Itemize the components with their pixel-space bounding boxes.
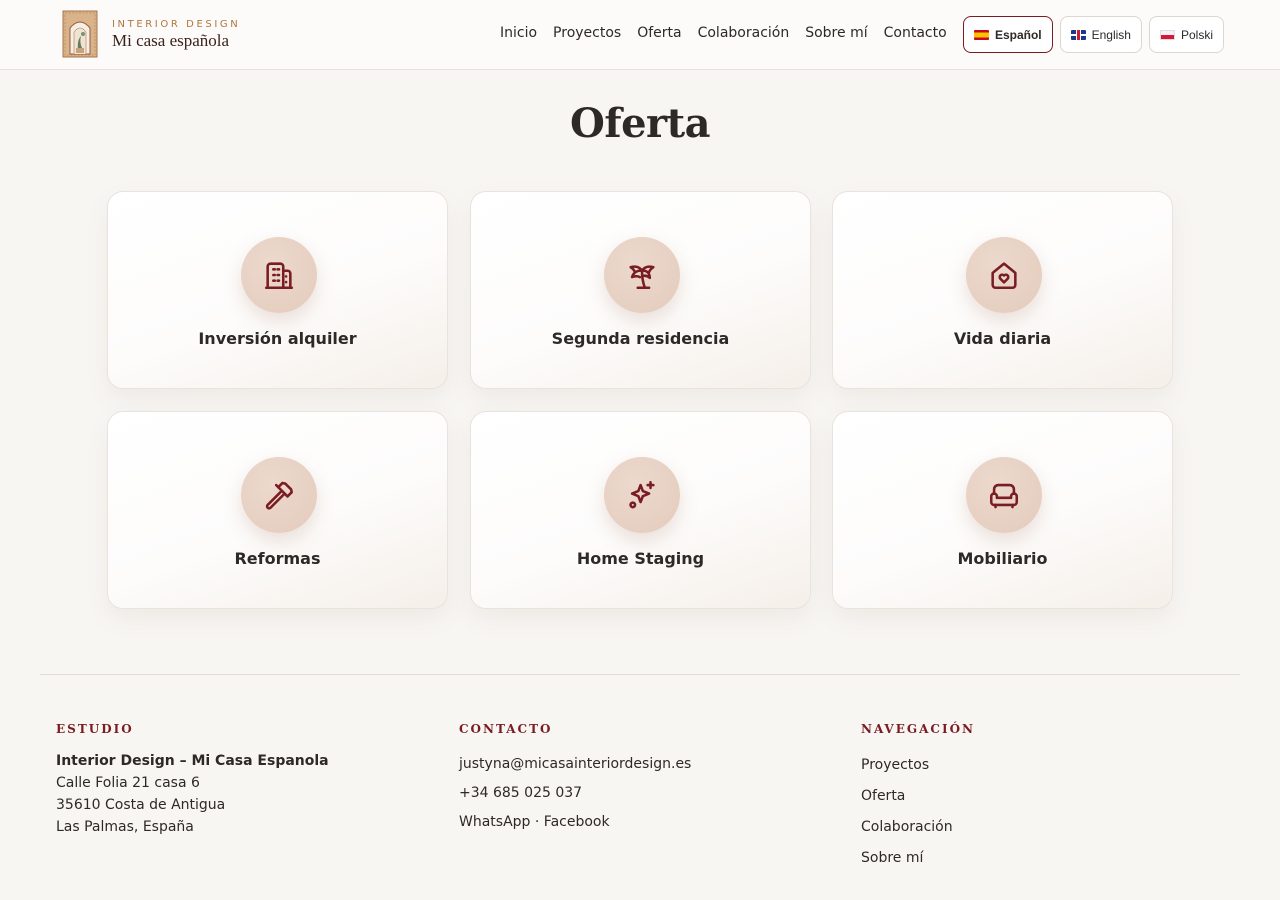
language-switcher: Español English Polski [956, 16, 1224, 53]
sparkles-icon [629, 480, 655, 509]
nav-link-sobre-mi[interactable]: Sobre mí [805, 24, 867, 42]
brand-tagline: INTERIOR DESIGN [112, 18, 241, 30]
social-links: WhatsApp · Facebook [459, 808, 691, 837]
home-heart-icon [991, 262, 1017, 290]
footer-link-sobre-mi[interactable]: Sobre mí [861, 843, 975, 874]
offer-card-label: Reformas [234, 549, 321, 568]
language-label: Español [994, 27, 1042, 42]
language-button-espanol[interactable]: Español [962, 16, 1053, 53]
offer-card-label: Home Staging [576, 549, 705, 568]
nav-link-contacto[interactable]: Contacto [884, 24, 947, 42]
language-button-polski[interactable]: Polski [1148, 16, 1224, 53]
language-button-english[interactable]: English [1059, 16, 1142, 53]
spain-flag-icon [973, 29, 989, 40]
language-label: English [1091, 27, 1131, 42]
offer-card-label: Segunda residencia [551, 329, 730, 348]
uk-flag-icon [1070, 29, 1086, 40]
contact-phone-link[interactable]: +34 685 025 037 [459, 779, 691, 808]
studio-address-region: Las Palmas, España [56, 819, 194, 835]
offer-card-vida-diaria[interactable]: Vida diaria [832, 191, 1173, 389]
language-label: Polski [1180, 27, 1213, 42]
studio-name: Interior Design – Mi Casa Espanola [56, 753, 329, 769]
offer-card-reformas[interactable]: Reformas [107, 411, 448, 609]
brand-logo[interactable]: INTERIOR DESIGN Mi casa española [62, 10, 240, 58]
brand-name: Mi casa española [112, 30, 230, 50]
studio-address-street: Calle Folia 21 casa 6 [56, 775, 200, 791]
footer-heading-contact: CONTACTO [459, 722, 553, 736]
offer-card-home-staging[interactable]: Home Staging [470, 411, 811, 609]
site-header: INTERIOR DESIGN Mi casa española Inicio … [0, 0, 1280, 70]
offer-card-label: Mobiliario [957, 549, 1048, 568]
offer-card-segunda-residencia[interactable]: Segunda residencia [470, 191, 811, 389]
contact-email-link[interactable]: justyna@micasainteriordesign.es [459, 750, 691, 779]
main-nav: Inicio Proyectos Oferta Colaboración Sob… [500, 24, 963, 42]
facebook-link[interactable]: Facebook [544, 814, 610, 830]
offer-card-label: Inversión alquiler [198, 329, 357, 348]
building-icon [264, 262, 294, 290]
offer-card-mobiliario[interactable]: Mobiliario [832, 411, 1173, 609]
palm-tree-icon [629, 265, 655, 290]
footer-link-proyectos[interactable]: Proyectos [861, 750, 975, 781]
footer-heading-navigation: NAVEGACIÓN [861, 722, 976, 736]
nav-link-inicio[interactable]: Inicio [500, 24, 537, 42]
footer-studio: ESTUDIO Interior Design – Mi Casa Espano… [56, 722, 329, 838]
footer-contact: CONTACTO justyna@micasainteriordesign.es… [459, 722, 691, 837]
footer-link-oferta[interactable]: Oferta [861, 781, 975, 812]
hammer-icon [265, 481, 294, 510]
footer-heading-studio: ESTUDIO [56, 722, 134, 736]
arch-logo-icon [62, 10, 98, 58]
page-title: Oferta [570, 100, 710, 147]
footer-link-colaboracion[interactable]: Colaboración [861, 812, 975, 843]
whatsapp-link[interactable]: WhatsApp [459, 814, 530, 830]
offer-card-inversion-alquiler[interactable]: Inversión alquiler [107, 191, 448, 389]
offer-card-label: Vida diaria [953, 329, 1052, 348]
footer-navigation: NAVEGACIÓN Proyectos Oferta Colaboración… [861, 722, 975, 874]
nav-link-proyectos[interactable]: Proyectos [553, 24, 621, 42]
nav-link-colaboracion[interactable]: Colaboración [698, 24, 790, 42]
nav-link-oferta[interactable]: Oferta [637, 24, 681, 42]
social-separator: · [534, 814, 540, 830]
sofa-icon [989, 483, 1019, 509]
poland-flag-icon [1159, 29, 1175, 40]
studio-address-postal: 35610 Costa de Antigua [56, 797, 226, 813]
footer-divider [40, 674, 1240, 675]
